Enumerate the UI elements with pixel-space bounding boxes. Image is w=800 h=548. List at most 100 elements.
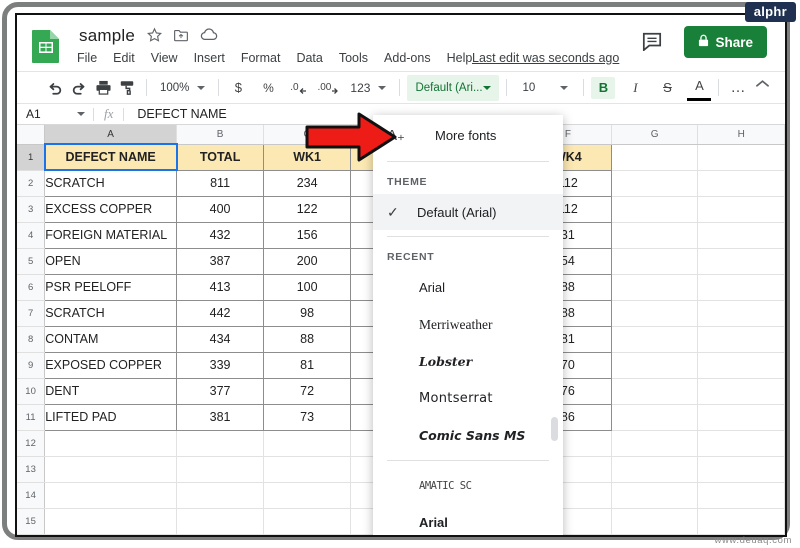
- cell-b8[interactable]: 434: [177, 326, 264, 352]
- font-item-arial[interactable]: Arial: [373, 504, 563, 537]
- undo-icon[interactable]: [43, 75, 67, 101]
- bold-button[interactable]: B: [591, 77, 615, 99]
- cell-a11[interactable]: LIFTED PAD: [45, 404, 177, 430]
- cell-h12[interactable]: [698, 430, 785, 456]
- font-item-arial-recent[interactable]: Arial: [373, 269, 563, 306]
- row-header-13[interactable]: 13: [17, 456, 45, 482]
- cell-c5[interactable]: 200: [264, 248, 351, 274]
- cell-c11[interactable]: 73: [264, 404, 351, 430]
- cell-c4[interactable]: 156: [264, 222, 351, 248]
- cell-b2[interactable]: 811: [177, 170, 264, 196]
- menu-addons[interactable]: Add-ons: [384, 51, 431, 65]
- column-header-h[interactable]: H: [698, 125, 785, 144]
- strikethrough-button[interactable]: S: [655, 75, 679, 101]
- cell-c3[interactable]: 122: [264, 196, 351, 222]
- zoom-selector[interactable]: 100%: [154, 75, 211, 101]
- cell-g4[interactable]: [611, 222, 698, 248]
- cell-a10[interactable]: DENT: [45, 378, 177, 404]
- menu-edit[interactable]: Edit: [113, 51, 135, 65]
- cell-b16[interactable]: [177, 534, 264, 535]
- cell-h15[interactable]: [698, 508, 785, 534]
- cell-h8[interactable]: [698, 326, 785, 352]
- print-icon[interactable]: [91, 75, 115, 101]
- cell-a7[interactable]: SCRATCH: [45, 300, 177, 326]
- cell-h9[interactable]: [698, 352, 785, 378]
- cell-c7[interactable]: 98: [264, 300, 351, 326]
- row-header-7[interactable]: 7: [17, 300, 45, 326]
- cell-a1[interactable]: DEFECT NAME: [45, 144, 177, 170]
- name-box[interactable]: A1: [17, 104, 93, 124]
- more-toolbar-button[interactable]: …: [726, 75, 750, 101]
- row-header-8[interactable]: 8: [17, 326, 45, 352]
- cell-b10[interactable]: 377: [177, 378, 264, 404]
- cell-c12[interactable]: [264, 430, 351, 456]
- cell-g10[interactable]: [611, 378, 698, 404]
- cell-h10[interactable]: [698, 378, 785, 404]
- cell-c14[interactable]: [264, 482, 351, 508]
- menu-data[interactable]: Data: [296, 51, 322, 65]
- formula-input[interactable]: DEFECT NAME: [124, 107, 226, 121]
- font-item-montserrat[interactable]: Montserrat: [373, 380, 563, 417]
- star-icon[interactable]: [147, 27, 162, 46]
- cell-b15[interactable]: [177, 508, 264, 534]
- percent-format-button[interactable]: %: [256, 75, 280, 101]
- column-header-b[interactable]: B: [177, 125, 264, 144]
- menu-file[interactable]: File: [77, 51, 97, 65]
- text-color-button[interactable]: A: [687, 75, 711, 101]
- cell-g8[interactable]: [611, 326, 698, 352]
- cell-b5[interactable]: 387: [177, 248, 264, 274]
- cell-g13[interactable]: [611, 456, 698, 482]
- font-item-merriweather[interactable]: Merriweather: [373, 306, 563, 343]
- dropdown-scrollbar[interactable]: [551, 417, 558, 441]
- cell-g16[interactable]: [611, 534, 698, 535]
- cell-c2[interactable]: 234: [264, 170, 351, 196]
- cell-g5[interactable]: [611, 248, 698, 274]
- italic-button[interactable]: I: [623, 75, 647, 101]
- cell-a3[interactable]: EXCESS COPPER: [45, 196, 177, 222]
- select-all-corner[interactable]: [17, 125, 45, 144]
- paint-format-icon[interactable]: [115, 75, 139, 101]
- row-header-1[interactable]: 1: [17, 144, 45, 170]
- cell-c8[interactable]: 88: [264, 326, 351, 352]
- column-header-g[interactable]: G: [611, 125, 698, 144]
- font-size-selector[interactable]: 10: [514, 75, 576, 101]
- column-header-c[interactable]: C: [264, 125, 351, 144]
- cell-a4[interactable]: FOREIGN MATERIAL: [45, 222, 177, 248]
- column-header-a[interactable]: A: [45, 125, 177, 144]
- cell-h6[interactable]: [698, 274, 785, 300]
- cell-a12[interactable]: [45, 430, 177, 456]
- font-family-selector[interactable]: Default (Ari...: [407, 75, 499, 101]
- cell-a14[interactable]: [45, 482, 177, 508]
- comment-icon[interactable]: [641, 31, 663, 51]
- row-header-12[interactable]: 12: [17, 430, 45, 456]
- cell-c10[interactable]: 72: [264, 378, 351, 404]
- cell-a13[interactable]: [45, 456, 177, 482]
- cell-a6[interactable]: PSR PEELOFF: [45, 274, 177, 300]
- cell-a8[interactable]: CONTAM: [45, 326, 177, 352]
- cell-g11[interactable]: [611, 404, 698, 430]
- cell-c9[interactable]: 81: [264, 352, 351, 378]
- menu-insert[interactable]: Insert: [194, 51, 225, 65]
- cell-c16[interactable]: [264, 534, 351, 535]
- cell-b6[interactable]: 413: [177, 274, 264, 300]
- cell-a16[interactable]: [45, 534, 177, 535]
- cell-g1[interactable]: [611, 144, 698, 170]
- cell-h7[interactable]: [698, 300, 785, 326]
- cell-h14[interactable]: [698, 482, 785, 508]
- row-header-2[interactable]: 2: [17, 170, 45, 196]
- font-item-lobster[interactable]: Lobster: [373, 343, 563, 380]
- row-header-9[interactable]: 9: [17, 352, 45, 378]
- cell-h2[interactable]: [698, 170, 785, 196]
- menu-tools[interactable]: Tools: [339, 51, 368, 65]
- cell-a9[interactable]: EXPOSED COPPER: [45, 352, 177, 378]
- cell-b14[interactable]: [177, 482, 264, 508]
- cell-h5[interactable]: [698, 248, 785, 274]
- cell-h4[interactable]: [698, 222, 785, 248]
- row-header-4[interactable]: 4: [17, 222, 45, 248]
- move-to-folder-icon[interactable]: [173, 28, 189, 46]
- last-edit-status[interactable]: Last edit was seconds ago: [472, 51, 619, 65]
- cell-h11[interactable]: [698, 404, 785, 430]
- cell-h1[interactable]: [698, 144, 785, 170]
- cell-g7[interactable]: [611, 300, 698, 326]
- cell-c1[interactable]: WK1: [264, 144, 351, 170]
